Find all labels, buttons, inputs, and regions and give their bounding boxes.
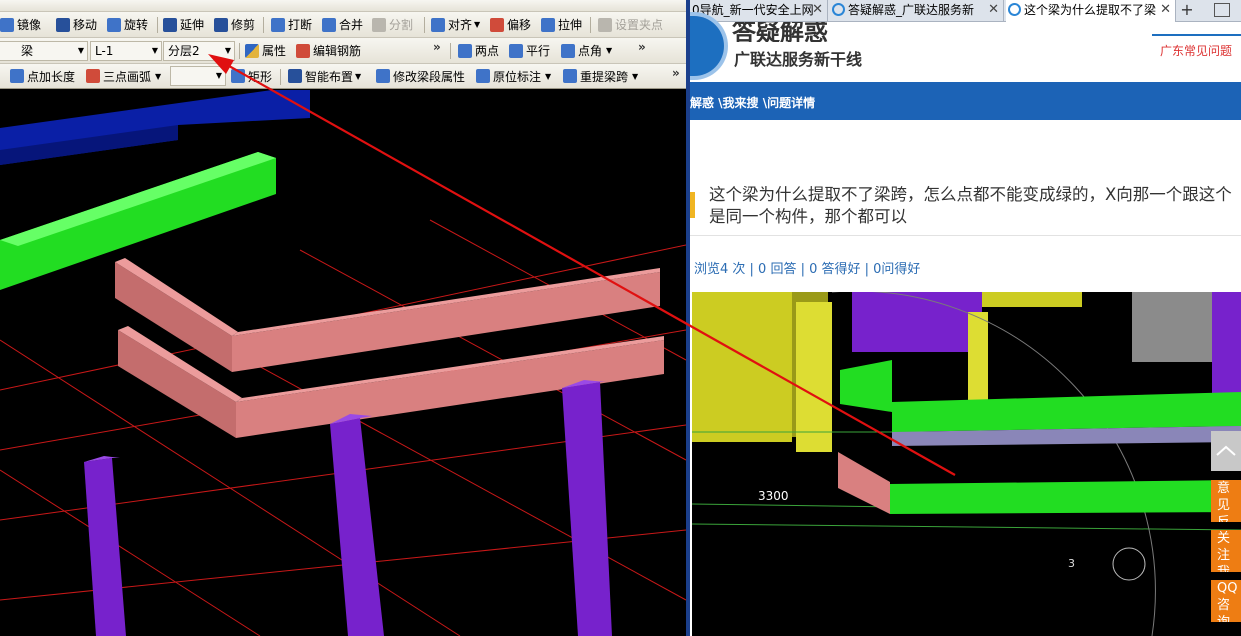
annotation-arrow [208, 54, 956, 476]
screen: 镜像 移动 旋转 延伸 修剪 打断 合并 分割 对齐 ▼ 偏移 拉伸 设置夹点 梁… [0, 0, 1241, 636]
